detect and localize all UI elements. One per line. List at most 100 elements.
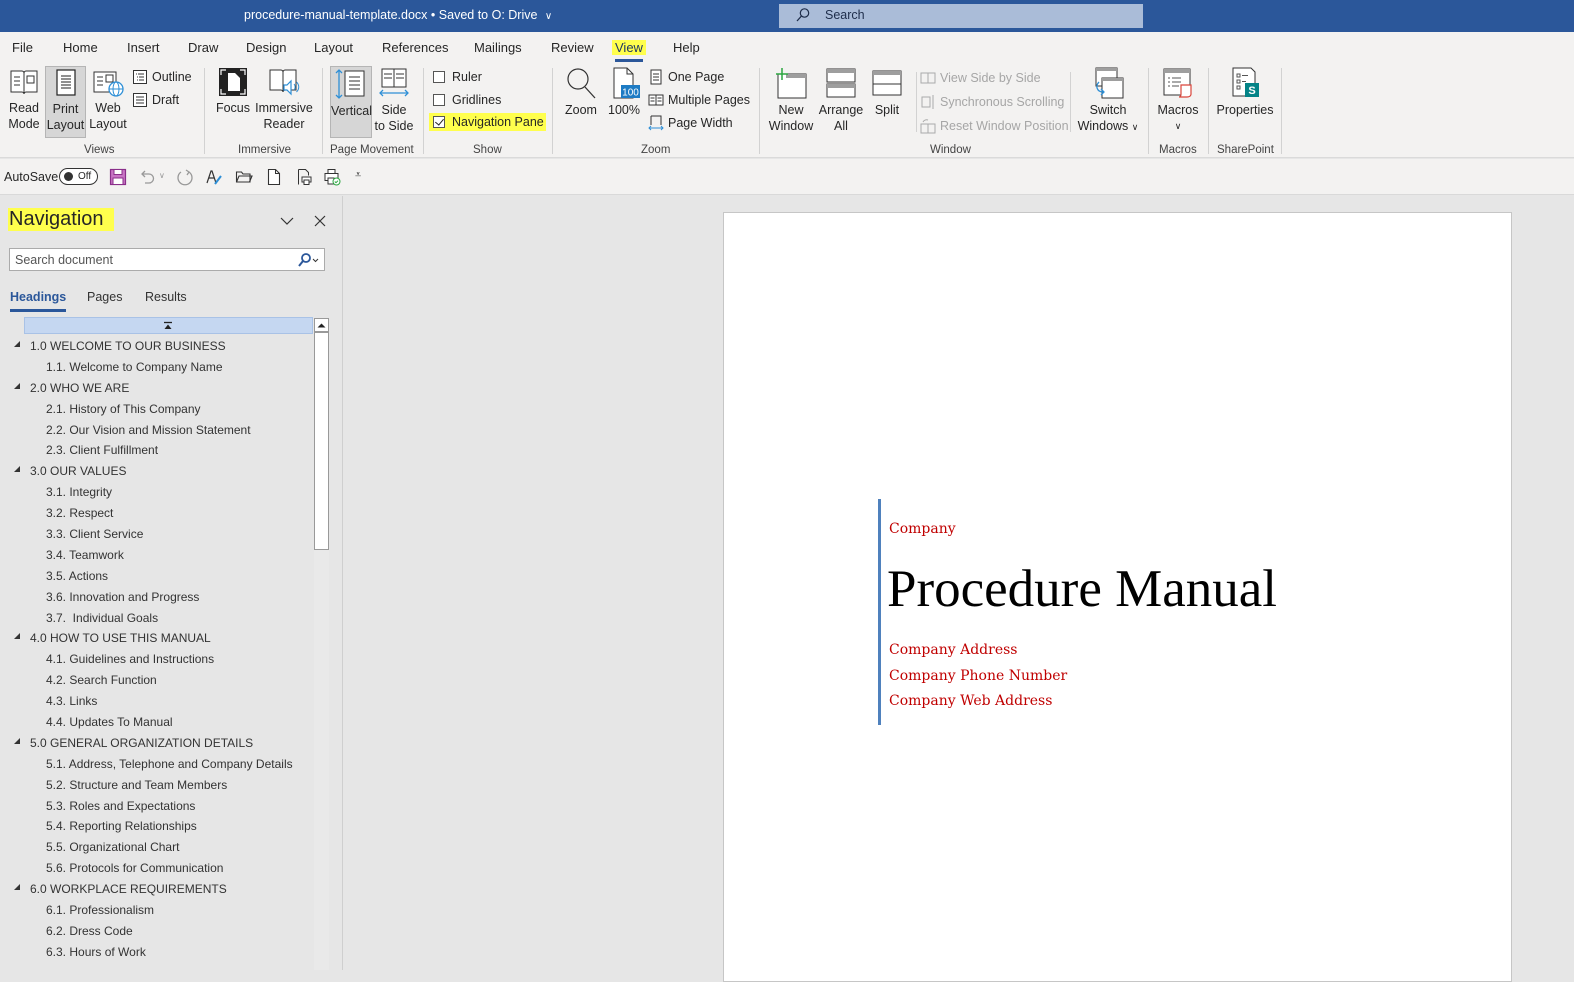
nav-tab-results[interactable]: Results <box>145 290 187 304</box>
tab-layout[interactable]: Layout <box>314 40 353 55</box>
heading-item-level-2[interactable]: 1.1. Welcome to Company Name <box>0 357 312 378</box>
gridlines-checkbox-box[interactable] <box>433 94 445 106</box>
heading-item-level-2[interactable]: 5.5. Organizational Chart <box>0 837 312 858</box>
heading-item-level-2[interactable]: 5.3. Roles and Expectations <box>0 796 312 817</box>
tab-review[interactable]: Review <box>551 40 594 55</box>
tab-references[interactable]: References <box>382 40 448 55</box>
expand-collapse-triangle-icon[interactable] <box>14 466 20 473</box>
new-document-icon[interactable] <box>265 168 283 186</box>
page-width-button[interactable]: Page Width <box>648 115 733 131</box>
outline-button[interactable]: Outline <box>132 69 192 85</box>
save-icon[interactable] <box>109 168 127 186</box>
nav-tab-headings[interactable]: Headings <box>10 290 67 312</box>
tab-draw[interactable]: Draw <box>188 40 218 55</box>
undo-icon[interactable] <box>138 168 156 186</box>
expand-collapse-triangle-icon[interactable] <box>14 382 20 389</box>
heading-item-level-2[interactable]: 5.2. Structure and Team Members <box>0 775 312 796</box>
tab-mailings[interactable]: Mailings <box>474 40 522 55</box>
tab-home[interactable]: Home <box>63 40 98 55</box>
heading-item-level-1[interactable]: 2.0 WHO WE ARE <box>0 378 312 399</box>
view-side-by-side-button[interactable]: View Side by Side <box>920 70 1041 86</box>
print-layout-button[interactable]: Print Layout <box>45 66 86 138</box>
tab-design[interactable]: Design <box>246 40 286 55</box>
cover-company[interactable]: Company <box>889 521 956 537</box>
reset-window-position-button[interactable]: Reset Window Position <box>920 118 1069 134</box>
expand-collapse-triangle-icon[interactable] <box>14 341 20 347</box>
close-icon[interactable] <box>312 213 328 229</box>
heading-item-level-2[interactable]: 4.1. Guidelines and Instructions <box>0 649 312 670</box>
heading-item-level-2[interactable]: 4.4. Updates To Manual <box>0 712 312 733</box>
spelling-icon[interactable] <box>205 168 223 186</box>
print-preview-icon[interactable] <box>295 168 313 186</box>
scrollbar-thumb[interactable] <box>314 332 329 550</box>
open-folder-icon[interactable] <box>235 168 253 186</box>
search-options-icon[interactable] <box>295 252 321 268</box>
gridlines-checkbox[interactable]: Gridlines <box>433 93 501 107</box>
cover-web[interactable]: Company Web Address <box>889 693 1052 709</box>
autosave-toggle[interactable]: Off <box>59 168 98 185</box>
document-page[interactable]: Company Procedure Manual Company Address… <box>723 212 1512 982</box>
heading-item-level-2[interactable]: 4.3. Links <box>0 691 312 712</box>
heading-item-level-2[interactable]: 3.3. Client Service <box>0 524 312 545</box>
one-page-button[interactable]: One Page <box>648 69 724 85</box>
search-document-input[interactable] <box>15 251 285 268</box>
cover-title[interactable]: Procedure Manual <box>887 559 1277 619</box>
nav-tab-pages[interactable]: Pages <box>87 290 122 304</box>
search-document-field[interactable] <box>9 248 325 271</box>
heading-item-level-1[interactable]: 5.0 GENERAL ORGANIZATION DETAILS <box>0 733 312 754</box>
expand-collapse-triangle-icon[interactable] <box>14 884 20 891</box>
headings-scrollbar[interactable] <box>314 318 329 970</box>
expand-collapse-triangle-icon[interactable] <box>14 633 20 640</box>
heading-item-level-1[interactable]: 1.0 WELCOME TO OUR BUSINESS <box>0 336 312 357</box>
redo-icon[interactable] <box>176 168 194 186</box>
side-to-side-button[interactable]: Side to Side <box>374 66 414 138</box>
heading-item-level-2[interactable]: 2.1. History of This Company <box>0 399 312 420</box>
immersive-reader-button[interactable]: Immersive Reader <box>254 66 314 138</box>
title-search-box[interactable]: Search <box>779 4 1143 28</box>
heading-item-level-2[interactable]: 3.7. Individual Goals <box>0 608 312 629</box>
heading-item-level-2[interactable]: 3.2. Respect <box>0 503 312 524</box>
tab-view[interactable]: View <box>612 40 646 62</box>
tab-insert[interactable]: Insert <box>127 40 160 55</box>
tab-help[interactable]: Help <box>673 40 700 55</box>
heading-item-level-2[interactable]: 6.3. Hours of Work <box>0 942 312 963</box>
heading-item-level-2[interactable]: 4.2. Search Function <box>0 670 312 691</box>
macros-button[interactable]: Macros ∨ <box>1154 66 1202 138</box>
new-window-button[interactable]: New Window <box>766 66 816 138</box>
heading-item-level-2[interactable]: 5.6. Protocols for Communication <box>0 858 312 879</box>
properties-button[interactable]: S Properties <box>1214 66 1276 138</box>
heading-item-level-2[interactable]: 6.2. Dress Code <box>0 921 312 942</box>
collapse-all-bar[interactable] <box>24 317 313 334</box>
quick-print-icon[interactable] <box>323 168 341 186</box>
heading-item-level-1[interactable]: 6.0 WORKPLACE REQUIREMENTS <box>0 879 312 900</box>
draft-button[interactable]: Draft <box>132 92 179 108</box>
heading-item-level-2[interactable]: 5.1. Address, Telephone and Company Deta… <box>0 754 312 775</box>
focus-button[interactable]: Focus <box>214 66 252 138</box>
cover-phone[interactable]: Company Phone Number <box>889 668 1067 684</box>
heading-item-level-2[interactable]: 3.5. Actions <box>0 566 312 587</box>
synchronous-scrolling-button[interactable]: Synchronous Scrolling <box>920 94 1064 110</box>
scroll-up-button[interactable] <box>314 318 329 332</box>
expand-collapse-triangle-icon[interactable] <box>14 737 20 744</box>
heading-item-level-1[interactable]: 3.0 OUR VALUES <box>0 461 312 482</box>
heading-item-level-2[interactable]: 3.6. Innovation and Progress <box>0 587 312 608</box>
heading-item-level-2[interactable]: 2.2. Our Vision and Mission Statement <box>0 420 312 441</box>
ruler-checkbox-box[interactable] <box>433 71 445 83</box>
navigation-pane-checkbox[interactable]: Navigation Pane <box>429 113 546 131</box>
heading-item-level-2[interactable]: 2.3. Client Fulfillment <box>0 440 312 461</box>
ruler-checkbox[interactable]: Ruler <box>433 70 482 84</box>
heading-item-level-2[interactable]: 3.1. Integrity <box>0 482 312 503</box>
web-layout-button[interactable]: Web Layout <box>88 66 128 138</box>
tab-file[interactable]: File <box>12 40 33 55</box>
switch-windows-button[interactable]: Switch Windows ∨ <box>1076 66 1140 138</box>
document-title[interactable]: procedure-manual-template.docx • Saved t… <box>244 8 552 22</box>
pane-options-chevron-icon[interactable] <box>279 213 295 229</box>
read-mode-button[interactable]: Read Mode <box>4 66 44 138</box>
split-button[interactable]: Split <box>868 66 906 138</box>
navigation-pane-checkbox-box[interactable] <box>433 116 445 128</box>
heading-item-level-1[interactable]: 4.0 HOW TO USE THIS MANUAL <box>0 628 312 649</box>
zoom-button[interactable]: Zoom <box>562 66 600 138</box>
vertical-button[interactable]: Vertical <box>330 66 372 138</box>
heading-item-level-2[interactable]: 3.4. Teamwork <box>0 545 312 566</box>
multiple-pages-button[interactable]: Multiple Pages <box>648 92 750 108</box>
